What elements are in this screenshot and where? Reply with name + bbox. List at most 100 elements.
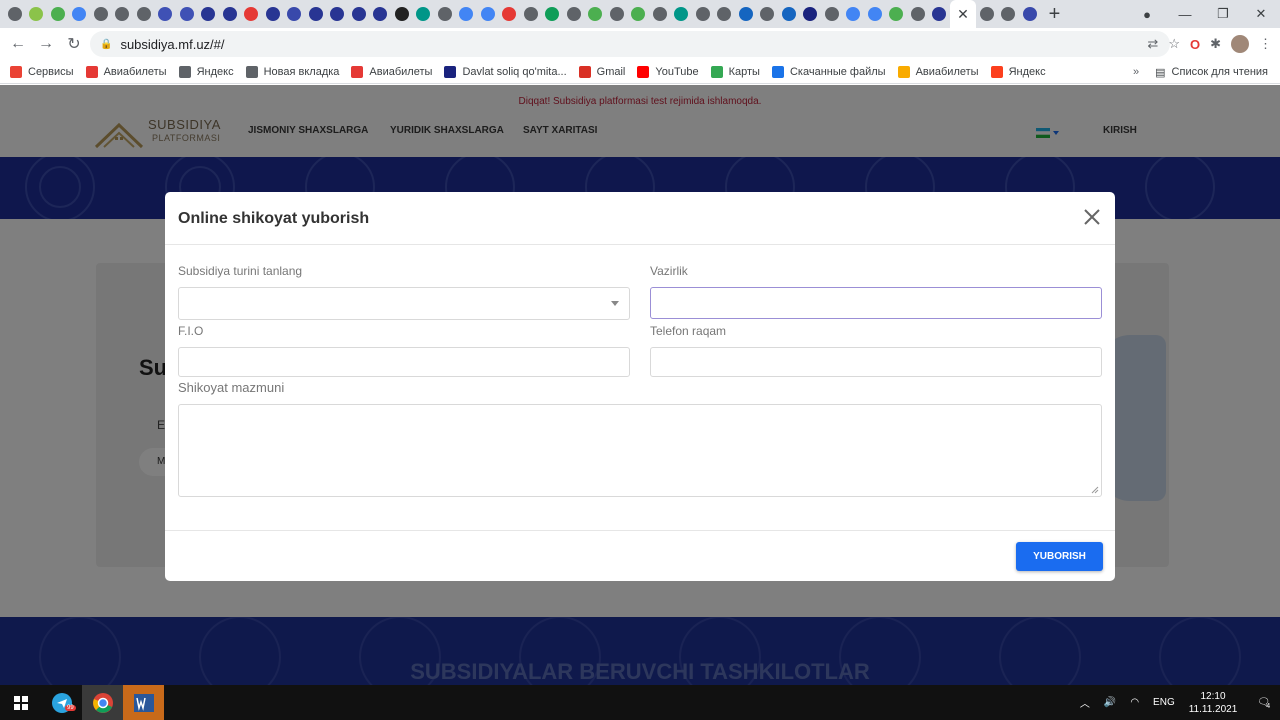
tab[interactable]: [864, 0, 886, 28]
fio-input[interactable]: [178, 347, 630, 377]
tab-favicon-icon: [50, 7, 65, 21]
extensions-icon[interactable]: ✱: [1210, 36, 1221, 52]
tab[interactable]: [735, 0, 757, 28]
tab[interactable]: [413, 0, 435, 28]
clock[interactable]: 12:10 11.11.2021: [1189, 690, 1238, 716]
tab[interactable]: [499, 0, 521, 28]
tab[interactable]: [90, 0, 112, 28]
complaint-textarea[interactable]: [178, 404, 1102, 497]
forward-icon[interactable]: →: [32, 35, 60, 53]
subsidy-type-select[interactable]: [178, 287, 630, 320]
url-text: subsidiya.mf.uz/#/: [120, 36, 225, 52]
tab[interactable]: [585, 0, 607, 28]
tab[interactable]: [133, 0, 155, 28]
back-icon[interactable]: ←: [4, 35, 32, 53]
maximize-icon[interactable]: ❐: [1204, 6, 1242, 22]
tab[interactable]: [886, 0, 908, 28]
tab[interactable]: [843, 0, 865, 28]
bookmark-item[interactable]: Карты: [710, 65, 760, 78]
bookmarks-more-icon[interactable]: »: [1133, 66, 1139, 78]
tab[interactable]: [47, 0, 69, 28]
phone-input[interactable]: [650, 347, 1102, 377]
wifi-icon[interactable]: ◠: [1130, 697, 1139, 708]
tab[interactable]: [778, 0, 800, 28]
close-window-icon[interactable]: ✕: [1242, 6, 1280, 22]
word-app[interactable]: [123, 685, 164, 720]
tab[interactable]: [821, 0, 843, 28]
tab[interactable]: [671, 0, 693, 28]
tab[interactable]: [4, 0, 26, 28]
tab-search-icon[interactable]: ●: [1128, 7, 1166, 22]
tab[interactable]: [241, 0, 263, 28]
tab[interactable]: [26, 0, 48, 28]
tab[interactable]: [219, 0, 241, 28]
tab[interactable]: [456, 0, 478, 28]
notifications-icon[interactable]: 🗨 4: [1257, 697, 1270, 710]
menu-icon[interactable]: ⋮: [1259, 36, 1272, 52]
bookmark-item[interactable]: Сервисы: [10, 65, 74, 78]
ministry-input[interactable]: [650, 287, 1102, 319]
tab[interactable]: [907, 0, 929, 28]
tab[interactable]: [284, 0, 306, 28]
tab[interactable]: [112, 0, 134, 28]
tab[interactable]: [305, 0, 327, 28]
profile-avatar[interactable]: [1231, 35, 1249, 53]
tab[interactable]: [563, 0, 585, 28]
tab[interactable]: [714, 0, 736, 28]
tab[interactable]: [692, 0, 714, 28]
tab[interactable]: [998, 0, 1020, 28]
close-icon[interactable]: [1081, 206, 1103, 228]
address-bar[interactable]: 🔒 subsidiya.mf.uz/#/: [90, 31, 1170, 57]
tab[interactable]: [477, 0, 499, 28]
tab[interactable]: [976, 0, 998, 28]
tab[interactable]: [434, 0, 456, 28]
tab[interactable]: [69, 0, 91, 28]
bookmark-item[interactable]: Скачанные файлы: [771, 65, 886, 78]
bookmark-item[interactable]: Авиабилеты: [85, 65, 167, 78]
minimize-icon[interactable]: —: [1166, 7, 1204, 22]
start-button[interactable]: [0, 685, 41, 720]
chrome-app[interactable]: [82, 685, 123, 720]
tab[interactable]: [262, 0, 284, 28]
submit-button[interactable]: YUBORISH: [1016, 542, 1103, 571]
tab[interactable]: [606, 0, 628, 28]
tab[interactable]: [542, 0, 564, 28]
tab[interactable]: [1019, 0, 1041, 28]
bookmark-item[interactable]: Авиабилеты: [351, 65, 432, 78]
tab[interactable]: [757, 0, 779, 28]
active-tab[interactable]: ✕: [950, 0, 976, 28]
tab[interactable]: [348, 0, 370, 28]
tab[interactable]: [628, 0, 650, 28]
volume-icon[interactable]: 🔊: [1104, 697, 1116, 708]
tab[interactable]: [649, 0, 671, 28]
reading-list[interactable]: Список для чтения: [1172, 66, 1268, 78]
bookmark-item[interactable]: Davlat soliq qo'mita...: [444, 65, 567, 78]
translate-icon[interactable]: ⇄: [1147, 36, 1158, 52]
tab[interactable]: [176, 0, 198, 28]
chevron-up-icon[interactable]: ︿: [1080, 695, 1090, 710]
reading-list-icon[interactable]: ▤: [1155, 66, 1165, 79]
telegram-app[interactable]: 99: [41, 685, 82, 720]
bookmark-item[interactable]: Авиабилеты: [897, 65, 979, 78]
resize-handle-icon[interactable]: [1091, 486, 1099, 494]
reload-icon[interactable]: ↻: [60, 34, 88, 54]
bookmark-item[interactable]: Gmail: [578, 65, 625, 78]
tab[interactable]: [520, 0, 542, 28]
lock-icon[interactable]: 🔒: [100, 39, 112, 50]
tab[interactable]: [391, 0, 413, 28]
tab[interactable]: [155, 0, 177, 28]
tab[interactable]: [370, 0, 392, 28]
opera-icon[interactable]: O: [1190, 37, 1200, 52]
tab[interactable]: [327, 0, 349, 28]
bookmark-item[interactable]: YouTube: [637, 65, 699, 78]
bookmark-item[interactable]: Новая вкладка: [245, 65, 339, 78]
tab[interactable]: [800, 0, 822, 28]
star-icon[interactable]: ☆: [1168, 36, 1180, 52]
tab[interactable]: [198, 0, 220, 28]
bookmark-item[interactable]: Яндекс: [178, 65, 234, 78]
tab[interactable]: [929, 0, 951, 28]
bookmark-item[interactable]: Яндекс: [990, 65, 1046, 78]
tab-close-icon[interactable]: ✕: [957, 6, 969, 23]
input-language[interactable]: ENG: [1153, 697, 1175, 708]
new-tab-button[interactable]: +: [1041, 0, 1069, 28]
